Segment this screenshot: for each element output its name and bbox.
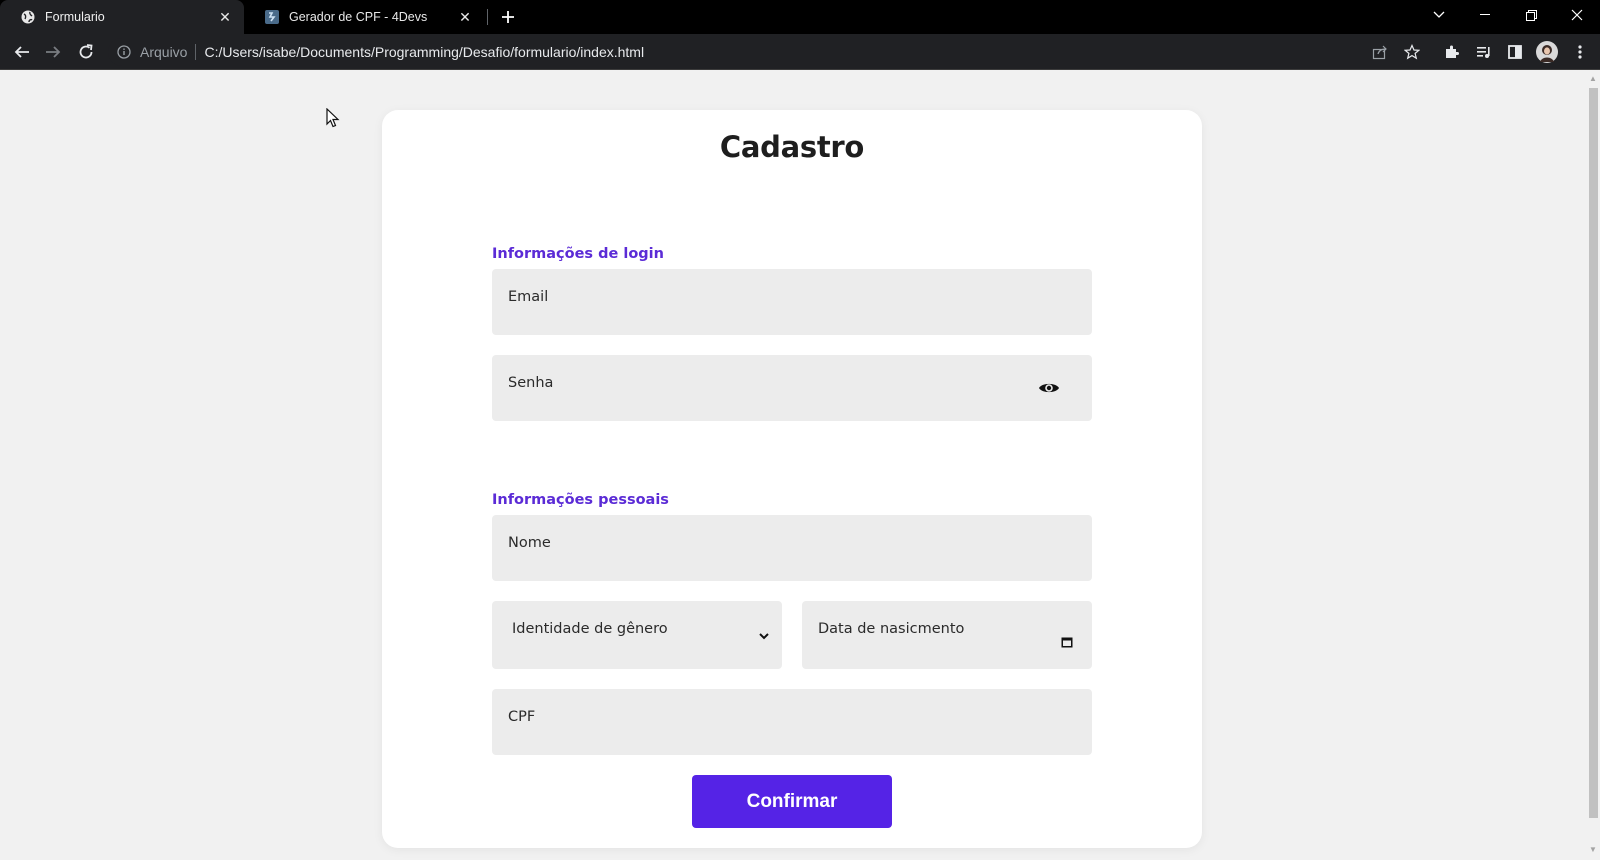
tab-separator [487, 9, 488, 25]
login-section-heading: Informações de login [492, 246, 664, 262]
extensions-puzzle-icon[interactable] [1440, 40, 1464, 64]
personal-section-heading: Informações pessoais [492, 492, 669, 508]
close-tab-icon[interactable]: ✕ [456, 8, 474, 26]
cpf-field[interactable]: CPF [492, 689, 1092, 755]
side-panel-icon[interactable] [1503, 40, 1527, 64]
tab-formulario[interactable]: Formulario ✕ [0, 0, 244, 34]
tab-title: Formulario [45, 10, 105, 24]
calendar-icon[interactable] [1060, 635, 1074, 649]
profile-avatar[interactable] [1535, 40, 1559, 64]
email-placeholder: Email [508, 289, 549, 305]
page-scrollbar[interactable]: ▲ ▼ [1586, 70, 1600, 860]
omnibox-divider [195, 44, 197, 60]
eye-icon[interactable] [1037, 379, 1061, 397]
address-bar[interactable]: Arquivo C:/Users/isabe/Documents/Program… [108, 38, 1408, 66]
scroll-down-icon[interactable]: ▼ [1589, 846, 1597, 854]
menu-kebab-icon[interactable] [1568, 40, 1592, 64]
info-icon[interactable] [116, 44, 132, 60]
browser-tab-strip: Formulario ✕ Gerador de CPF - 4Devs ✕ [0, 0, 1600, 34]
gender-select[interactable]: Identidade de gênero [492, 601, 782, 669]
email-field[interactable]: Email [492, 269, 1092, 335]
tab-gerador-cpf[interactable]: Gerador de CPF - 4Devs ✕ [244, 0, 484, 34]
name-placeholder: Nome [508, 535, 551, 551]
bookmark-star-icon[interactable] [1400, 40, 1424, 64]
security-label: Arquivo [140, 44, 188, 60]
4devs-icon [264, 9, 280, 25]
tab-title: Gerador de CPF - 4Devs [289, 10, 428, 24]
confirm-button[interactable]: Confirmar [692, 775, 892, 828]
tab-search-icon[interactable] [1416, 0, 1462, 30]
minimize-icon[interactable] [1462, 0, 1508, 30]
scroll-up-icon[interactable]: ▲ [1589, 75, 1597, 83]
media-queue-icon[interactable] [1472, 40, 1496, 64]
page-viewport: Cadastro Informações de login Email Senh… [0, 70, 1586, 860]
browser-toolbar: Arquivo C:/Users/isabe/Documents/Program… [0, 34, 1600, 70]
forward-arrow-icon[interactable] [41, 40, 65, 64]
url-text[interactable]: C:/Users/isabe/Documents/Programming/Des… [204, 44, 644, 60]
mouse-cursor-icon [326, 107, 340, 128]
scroll-thumb[interactable] [1589, 88, 1598, 818]
globe-icon [20, 9, 36, 25]
share-icon[interactable] [1368, 40, 1392, 64]
restore-icon[interactable] [1508, 0, 1554, 30]
birthdate-field[interactable]: Data de nasicmento [802, 601, 1092, 669]
birthdate-placeholder: Data de nasicmento [818, 621, 965, 637]
chevron-down-icon [758, 631, 770, 641]
password-placeholder: Senha [508, 375, 554, 391]
new-tab-button[interactable] [498, 7, 518, 27]
gender-placeholder: Identidade de gênero [512, 621, 668, 637]
page-title: Cadastro [719, 130, 865, 164]
close-tab-icon[interactable]: ✕ [216, 8, 234, 26]
cpf-placeholder: CPF [508, 709, 536, 725]
close-window-icon[interactable] [1554, 0, 1600, 30]
reload-icon[interactable] [74, 40, 98, 64]
back-arrow-icon[interactable] [10, 40, 34, 64]
name-field[interactable]: Nome [492, 515, 1092, 581]
signup-form-card: Cadastro Informações de login Email Senh… [382, 110, 1202, 848]
password-field[interactable]: Senha [492, 355, 1092, 421]
